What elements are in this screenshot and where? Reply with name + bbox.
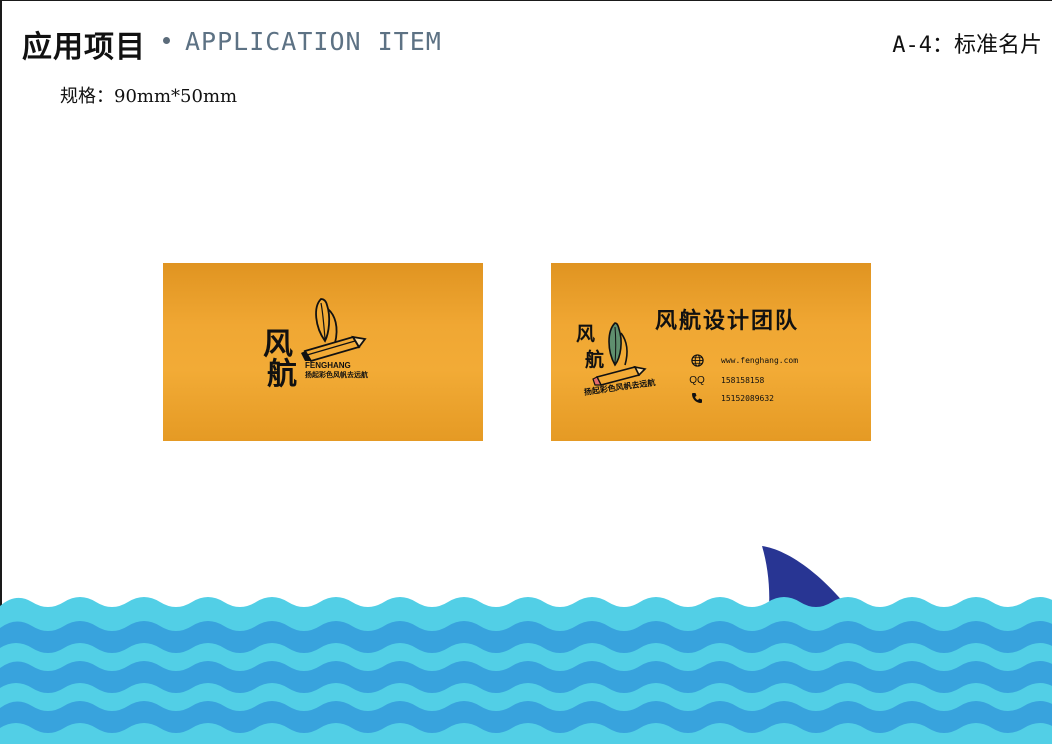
business-card-back: 风 航 扬起彩色风帆去远航 风航设计团队 www.fenghang.com QQ… (551, 263, 871, 441)
logo-char-hang: 航 (267, 357, 297, 392)
pencil-brush-icon (301, 298, 367, 363)
title-separator-dot (163, 37, 170, 44)
business-card-front: 风 航 FENGHANG 扬起彩色风帆去远航 (163, 263, 483, 441)
spec-label: 规格：90mm*50mm (60, 86, 238, 107)
slogan: 扬起彩色风帆去远航 (305, 371, 368, 379)
page-title: 应用项目 (22, 30, 146, 65)
contact-phone-row: 15152089632 (689, 390, 774, 406)
page-title-english: APPLICATION ITEM (185, 27, 442, 56)
globe-icon (689, 352, 705, 368)
phone-text: 15152089632 (721, 393, 774, 403)
team-name: 风航设计团队 (655, 308, 800, 334)
qq-label: QQ (689, 372, 705, 388)
contact-website-row: www.fenghang.com (689, 352, 798, 368)
website-text: www.fenghang.com (721, 355, 799, 365)
brand-name-english: FENGHANG (305, 361, 351, 370)
page-code: A-4：标准名片 (892, 33, 1042, 58)
qq-label-text: QQ (689, 374, 705, 386)
sea-illustration (0, 546, 1052, 744)
phone-icon (689, 390, 705, 406)
contact-qq-row: QQ 158158158 (689, 372, 764, 388)
qq-text: 158158158 (721, 375, 765, 385)
